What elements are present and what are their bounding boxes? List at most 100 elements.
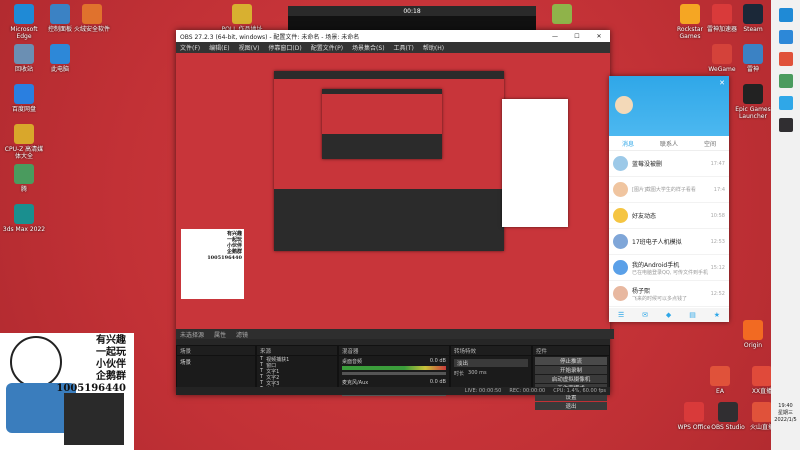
desktop-icon-label: 3ds Max 2022 — [2, 226, 46, 233]
origin-icon — [743, 320, 763, 340]
menu-item[interactable]: 编辑(E) — [209, 43, 229, 52]
wegame-icon — [712, 44, 732, 64]
desktop-icon[interactable]: Steam — [731, 4, 775, 33]
tencent-icon — [14, 164, 34, 184]
desktop-icon[interactable]: 火绒安全软件 — [70, 4, 114, 33]
edge-icon[interactable] — [778, 8, 793, 22]
cartoon-line: 企鹅群 — [96, 371, 126, 382]
menu-item[interactable]: 配置文件(P) — [311, 43, 343, 52]
app-icon[interactable] — [778, 52, 793, 66]
explorer-icon[interactable] — [778, 30, 793, 44]
edge-icon — [14, 4, 34, 24]
qq-window[interactable]: ✕ 消息 联系人 空间 蓝莓没被删 17:47 [图片]截图大学生的样子看看 17:4… — [609, 76, 729, 322]
chat-name: 17班电子人机模拟 — [632, 239, 682, 246]
control-panel-icon — [50, 4, 70, 24]
transition-select[interactable]: 淡出 — [454, 359, 528, 367]
cartoon-line: 小伙伴 — [96, 359, 126, 370]
chat-list-item[interactable]: 我的Android手机 已在电脑登录QQ, 可传文件到手机 15:12 — [609, 255, 729, 281]
desktop-icon[interactable]: 此电脑 — [38, 44, 82, 73]
maximize-icon[interactable]: ☐ — [566, 33, 588, 40]
obs-icon[interactable] — [778, 118, 793, 132]
tab-contacts[interactable]: 联系人 — [660, 139, 678, 148]
control-button[interactable]: 停止推流 — [535, 357, 607, 365]
cartoon-desk — [64, 393, 124, 445]
cartoon-line: 有兴趣 — [96, 335, 126, 346]
avatar — [613, 234, 628, 249]
chat-list-item[interactable]: 杨子熙 飞来的时候可以多点钱了 12:52 — [609, 281, 729, 307]
desktop-icon[interactable]: CPU-Z 高清媒体大全 — [2, 124, 46, 160]
epic-icon — [743, 84, 763, 104]
filters-button[interactable]: 滤镜 — [236, 330, 248, 339]
tab-space[interactable]: 空间 — [704, 139, 716, 148]
controls-header: 控件 — [533, 346, 609, 356]
mixer-track-db: 0.0 dB — [429, 358, 446, 364]
folder-icon[interactable]: ▤ — [689, 311, 696, 319]
desktop-icon[interactable]: 3ds Max 2022 — [2, 204, 46, 233]
control-button[interactable]: 启动虚拟摄像机 — [535, 375, 607, 383]
video-popup-window[interactable]: 00:18 — [288, 6, 536, 30]
desktop-icon-label: Steam — [743, 26, 763, 33]
duration-label: 时长 — [454, 371, 465, 377]
menu-item[interactable]: 场景集合(S) — [352, 43, 385, 52]
3dsmax-icon — [14, 204, 34, 224]
qq-tabs: 消息 联系人 空间 — [609, 136, 729, 151]
minimize-icon[interactable]: — — [544, 33, 566, 40]
avatar[interactable] — [615, 96, 633, 114]
desktop-icon[interactable]: EA — [698, 366, 742, 395]
control-button[interactable]: 开始录制 — [535, 366, 607, 374]
obs-title-bar[interactable]: OBS 27.2.3 (64-bit, windows) - 配置文件: 未命名… — [176, 30, 610, 42]
mixer-track-name: 桌面音频 — [342, 359, 363, 365]
chat-list-item[interactable]: 蓝莓没被删 17:47 — [609, 151, 729, 177]
close-icon[interactable]: ✕ — [719, 79, 725, 87]
desktop-icon-label: CPU-Z 高清媒体大全 — [4, 146, 44, 160]
tab-messages[interactable]: 消息 — [622, 139, 634, 148]
chat-list-item[interactable]: 17班电子人机模拟 12:53 — [609, 229, 729, 255]
qq-icon[interactable] — [778, 96, 793, 110]
cartoon-line: 一起玩 — [96, 347, 126, 358]
desktop-icon[interactable]: 雷神 — [731, 44, 775, 73]
wechat-icon[interactable] — [778, 74, 793, 88]
system-clock[interactable]: 19:40 星期三 2022/1/5 — [771, 403, 800, 424]
duration-value[interactable]: 300 ms — [468, 370, 487, 377]
close-icon[interactable]: ✕ — [588, 33, 610, 40]
obs-preview[interactable]: 有兴趣 一起玩 小伙伴 企鹅群 1005196440 — [176, 53, 610, 329]
cartoon-line: 1005196440 — [207, 255, 242, 261]
star-icon[interactable]: ★ — [714, 311, 720, 319]
desktop-icon[interactable]: 腾 — [2, 164, 46, 193]
steam-icon — [743, 4, 763, 24]
game-icon[interactable]: ◆ — [666, 311, 671, 319]
chat-list-item[interactable]: 好友动态 10:58 — [609, 203, 729, 229]
control-button[interactable]: 退出 — [535, 402, 607, 410]
avatar — [613, 208, 628, 223]
baidu-netdisk-icon — [14, 84, 34, 104]
desktop-icon[interactable]: POLL 作品地址 — [220, 4, 264, 33]
chat-time: 17:4 — [713, 186, 725, 193]
avatar — [613, 286, 628, 301]
scene-item[interactable]: 场景 — [177, 356, 255, 368]
qq-header: ✕ — [609, 76, 729, 136]
sources-header: 来源 — [257, 346, 337, 356]
menu-item[interactable]: 视图(V) — [239, 43, 260, 52]
menu-item[interactable]: 帮助(H) — [423, 43, 444, 52]
desktop-icon[interactable]: Epic Games Launcher — [731, 84, 775, 120]
desktop-icon[interactable]: Origin — [731, 320, 775, 349]
chat-preview: 已在电脑登录QQ, 可传文件到手机 — [632, 269, 709, 276]
obs-window[interactable]: OBS 27.2.3 (64-bit, windows) - 配置文件: 未命名… — [176, 30, 614, 410]
volume-slider[interactable] — [342, 372, 446, 375]
properties-button[interactable]: 属性 — [214, 330, 226, 339]
app-icon — [552, 4, 572, 24]
avatar — [613, 156, 628, 171]
menu-item[interactable]: 工具(T) — [394, 43, 414, 52]
chat-list-item[interactable]: [图片]截图大学生的样子看看 17:4 — [609, 177, 729, 203]
desktop-icon-label: 雷神 — [746, 66, 759, 73]
desktop-icon[interactable]: 百度网盘 — [2, 84, 46, 113]
menu-item[interactable]: 停靠窗口(D) — [268, 43, 301, 52]
menu-item[interactable]: 文件(F) — [180, 43, 200, 52]
mail-icon[interactable]: ✉ — [642, 311, 648, 319]
mixer-panel: 混音器 桌面音频 0.0 dB 麦克风/Aux 0.0 dB — [338, 345, 450, 396]
menu-icon[interactable]: ☰ — [618, 311, 624, 319]
desktop-icon-label: Origin — [743, 342, 763, 349]
chat-time: 17:47 — [710, 160, 725, 167]
desktop-icon[interactable] — [540, 4, 584, 26]
mixer-track-name: 麦克风/Aux — [342, 380, 369, 386]
